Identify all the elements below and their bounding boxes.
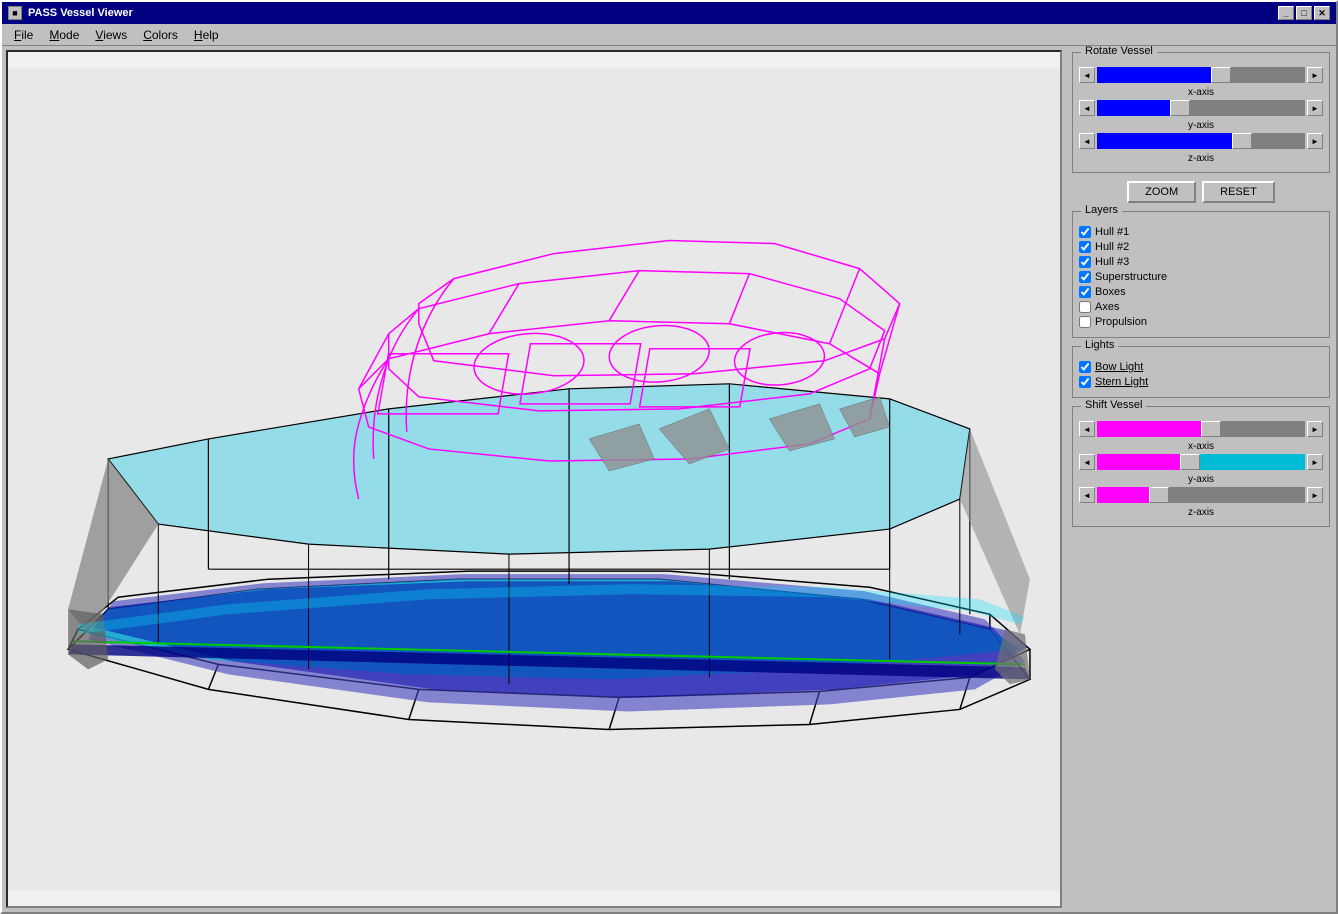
light-label-1[interactable]: Stern Light: [1095, 376, 1148, 388]
menu-mode[interactable]: Mode: [41, 26, 87, 44]
shift-y-axis-left-arrow[interactable]: ◄: [1079, 454, 1095, 470]
x-axis-right-arrow[interactable]: ►: [1307, 67, 1323, 83]
main-content: Rotate Vessel ◄ ► x-axis ◄: [2, 46, 1336, 912]
layer-checkbox-1[interactable]: [1079, 241, 1091, 253]
close-button[interactable]: ✕: [1314, 6, 1330, 20]
shift-vessel-title: Shift Vessel: [1081, 399, 1146, 411]
layers-title: Layers: [1081, 204, 1122, 216]
x-axis-label: x-axis: [1079, 87, 1323, 98]
main-window: ■ PASS Vessel Viewer _ □ ✕ File Mode Vie…: [0, 0, 1338, 914]
menu-bar: File Mode Views Colors Help: [2, 24, 1336, 46]
layer-checkbox-2[interactable]: [1079, 256, 1091, 268]
shift-x-axis-right-arrow[interactable]: ►: [1307, 421, 1323, 437]
x-axis-slider-row: ◄ ►: [1079, 67, 1323, 83]
shift-y-axis-right-arrow[interactable]: ►: [1307, 454, 1323, 470]
layers-list: Hull #1 Hull #2 Hull #3 Superstructure Boxes…: [1079, 226, 1323, 328]
y-axis-track[interactable]: [1097, 100, 1305, 116]
y-axis-left-arrow[interactable]: ◄: [1079, 100, 1095, 116]
zoom-button[interactable]: ZOOM: [1127, 181, 1196, 203]
menu-help[interactable]: Help: [186, 26, 227, 44]
menu-colors[interactable]: Colors: [135, 26, 186, 44]
layer-label-4[interactable]: Boxes: [1095, 286, 1126, 298]
layer-checkbox-4[interactable]: [1079, 286, 1091, 298]
z-axis-slider-row: ◄ ►: [1079, 133, 1323, 149]
layer-label-1[interactable]: Hull #2: [1095, 241, 1129, 253]
z-axis-label: z-axis: [1079, 153, 1323, 164]
rotate-vessel-group: Rotate Vessel ◄ ► x-axis ◄: [1072, 52, 1330, 173]
layer-item-2: Hull #3: [1079, 256, 1323, 268]
layer-label-0[interactable]: Hull #1: [1095, 226, 1129, 238]
layer-checkbox-5[interactable]: [1079, 301, 1091, 313]
y-axis-right-arrow[interactable]: ►: [1307, 100, 1323, 116]
minimize-button[interactable]: _: [1278, 6, 1294, 20]
x-axis-left-arrow[interactable]: ◄: [1079, 67, 1095, 83]
layers-group: Layers Hull #1Hull #2Hull #3Superstructu…: [1072, 211, 1330, 338]
lights-title: Lights: [1081, 339, 1118, 351]
window-title: PASS Vessel Viewer: [28, 7, 133, 19]
shift-x-axis-slider-row: ◄ ►: [1079, 421, 1323, 437]
layer-item-1: Hull #2: [1079, 241, 1323, 253]
shift-x-axis-label: x-axis: [1079, 441, 1323, 452]
shift-z-axis-track[interactable]: [1097, 487, 1305, 503]
z-axis-left-arrow[interactable]: ◄: [1079, 133, 1095, 149]
z-axis-track[interactable]: [1097, 133, 1305, 149]
reset-button[interactable]: RESET: [1202, 181, 1275, 203]
y-axis-slider-row: ◄ ►: [1079, 100, 1323, 116]
light-item-1: Stern Light: [1079, 376, 1323, 388]
shift-x-axis-track[interactable]: [1097, 421, 1305, 437]
menu-views[interactable]: Views: [87, 26, 135, 44]
shift-y-axis-label: y-axis: [1079, 474, 1323, 485]
menu-file[interactable]: File: [6, 26, 41, 44]
shift-y-axis-track[interactable]: [1097, 454, 1305, 470]
shift-z-axis-left-arrow[interactable]: ◄: [1079, 487, 1095, 503]
zoom-reset-row: ZOOM RESET: [1072, 181, 1330, 203]
layer-label-2[interactable]: Hull #3: [1095, 256, 1129, 268]
lights-group: Lights Bow LightStern Light: [1072, 346, 1330, 398]
layer-checkbox-3[interactable]: [1079, 271, 1091, 283]
shift-z-axis-label: z-axis: [1079, 507, 1323, 518]
title-bar-buttons: _ □ ✕: [1278, 6, 1330, 20]
layer-item-3: Superstructure: [1079, 271, 1323, 283]
x-axis-track[interactable]: [1097, 67, 1305, 83]
title-bar: ■ PASS Vessel Viewer _ □ ✕: [2, 2, 1336, 24]
light-item-0: Bow Light: [1079, 361, 1323, 373]
layer-checkbox-0[interactable]: [1079, 226, 1091, 238]
shift-y-axis-slider-row: ◄ ►: [1079, 454, 1323, 470]
layer-item-0: Hull #1: [1079, 226, 1323, 238]
shift-z-axis-slider-row: ◄ ►: [1079, 487, 1323, 503]
light-label-0[interactable]: Bow Light: [1095, 361, 1143, 373]
window-icon: ■: [8, 6, 22, 20]
z-axis-right-arrow[interactable]: ►: [1307, 133, 1323, 149]
rotate-vessel-title: Rotate Vessel: [1081, 46, 1157, 57]
3d-viewport[interactable]: [6, 50, 1062, 908]
layer-label-3[interactable]: Superstructure: [1095, 271, 1167, 283]
maximize-button[interactable]: □: [1296, 6, 1312, 20]
shift-vessel-group: Shift Vessel ◄ ► x-axis ◄: [1072, 406, 1330, 527]
layer-checkbox-6[interactable]: [1079, 316, 1091, 328]
layer-item-6: Propulsion: [1079, 316, 1323, 328]
layer-label-6[interactable]: Propulsion: [1095, 316, 1147, 328]
light-checkbox-1[interactable]: [1079, 376, 1091, 388]
side-panel: Rotate Vessel ◄ ► x-axis ◄: [1066, 46, 1336, 912]
lights-list: Bow Light Stern Light: [1079, 361, 1323, 388]
layer-item-5: Axes: [1079, 301, 1323, 313]
y-axis-label: y-axis: [1079, 120, 1323, 131]
layer-label-5[interactable]: Axes: [1095, 301, 1119, 313]
shift-z-axis-right-arrow[interactable]: ►: [1307, 487, 1323, 503]
light-checkbox-0[interactable]: [1079, 361, 1091, 373]
shift-x-axis-left-arrow[interactable]: ◄: [1079, 421, 1095, 437]
layer-item-4: Boxes: [1079, 286, 1323, 298]
